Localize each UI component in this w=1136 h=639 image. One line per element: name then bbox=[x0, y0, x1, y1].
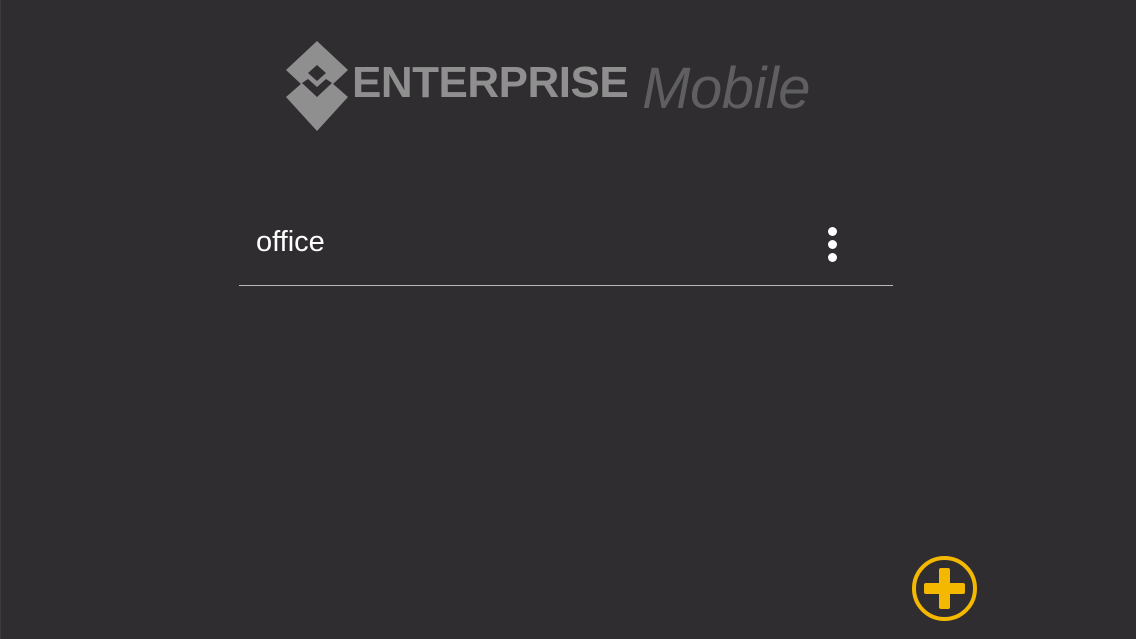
profile-list: office bbox=[239, 204, 893, 286]
add-profile-button[interactable] bbox=[911, 555, 978, 622]
logo-wordmark-enterprise: ENTERPRISE bbox=[352, 58, 629, 107]
more-vertical-icon[interactable] bbox=[817, 222, 847, 266]
logo-wordmark-mobile: Mobile bbox=[642, 55, 811, 121]
app-logo: ENTERPRISE Mobile bbox=[284, 38, 811, 134]
app-screen: ENTERPRISE Mobile office bbox=[0, 0, 1136, 639]
diamond-logo-icon bbox=[286, 41, 348, 131]
profile-row-office[interactable]: office bbox=[239, 204, 893, 286]
profile-name: office bbox=[256, 226, 325, 258]
plus-circle-icon bbox=[912, 556, 977, 621]
